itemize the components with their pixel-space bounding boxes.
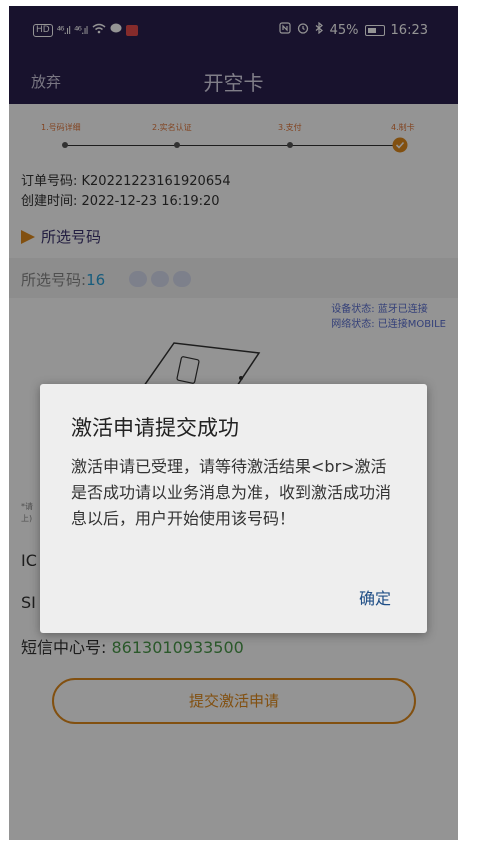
success-dialog: 激活申请提交成功 激活申请已受理，请等待激活结果<br>激活是否成功请以业务消息… xyxy=(40,384,427,633)
phone-screen: HD ⁴⁶.ıl ⁴⁶.ıl 45% 16:23 放弃 开空卡 1.号码详细 2… xyxy=(9,6,458,840)
dialog-message: 激活申请已受理，请等待激活结果<br>激活是否成功请以业务消息为准，收到激活成功… xyxy=(71,457,392,528)
dialog-ok-button[interactable]: 确定 xyxy=(359,585,391,609)
dialog-title: 激活申请提交成功 xyxy=(71,416,239,440)
